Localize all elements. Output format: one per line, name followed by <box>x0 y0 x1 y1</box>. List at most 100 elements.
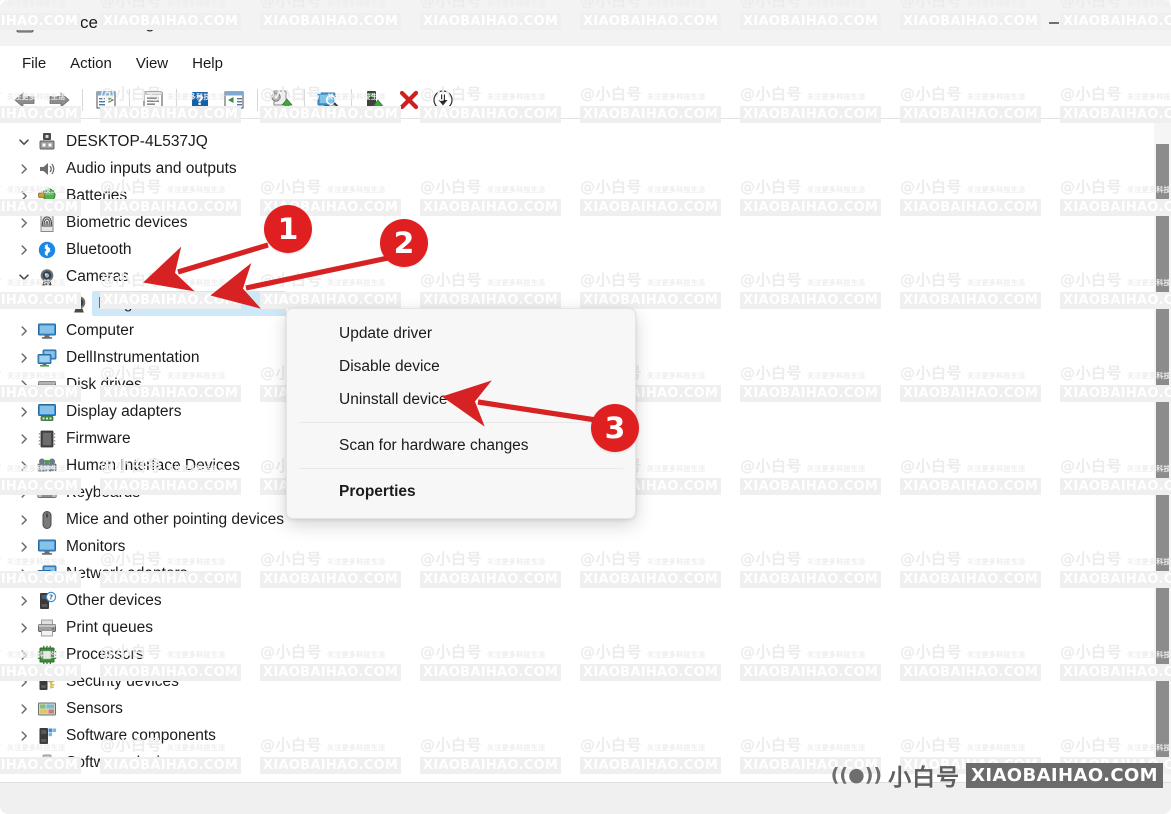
window-title: Device Manager <box>46 13 170 32</box>
toolbar-separator <box>129 88 130 111</box>
chevron-right-icon[interactable] <box>12 695 36 722</box>
tree-item[interactable]: Software components <box>0 722 1135 749</box>
ctx-update-driver[interactable]: Update driver <box>287 317 635 350</box>
console-tree-button[interactable] <box>91 85 121 115</box>
vertical-scrollbar[interactable] <box>1154 120 1171 782</box>
chevron-right-icon[interactable] <box>12 209 36 236</box>
scrollbar-thumb[interactable] <box>1156 144 1169 758</box>
sensor-icon <box>36 698 58 720</box>
processor-icon <box>36 644 58 666</box>
tree-item-label: Disk drives <box>66 375 142 393</box>
toolbar-separator <box>82 88 83 111</box>
hid-icon <box>36 455 58 477</box>
uninstall-device-button[interactable] <box>394 85 424 115</box>
tree-item-label: Software devices <box>66 753 185 771</box>
chevron-right-icon[interactable] <box>12 371 36 398</box>
help-button[interactable]: ? <box>185 85 215 115</box>
menu-file[interactable]: File <box>16 52 58 75</box>
svg-text:?: ? <box>49 593 53 601</box>
security-key-icon <box>36 671 58 693</box>
logo-domain-text: XIAOBAIHAO.COM <box>966 762 1163 788</box>
ctx-disable-device[interactable]: Disable device <box>287 350 635 383</box>
ctx-uninstall-device[interactable]: Uninstall device <box>287 383 635 416</box>
chevron-right-icon[interactable] <box>12 479 36 506</box>
context-menu[interactable]: Update driver Disable device Uninstall dev… <box>286 308 636 519</box>
logo-chinese-text: 小白号 <box>888 765 961 791</box>
minimize-button[interactable] <box>1030 0 1077 46</box>
tree-item[interactable]: Print queues <box>0 614 1135 641</box>
update-driver-button[interactable] <box>266 85 296 115</box>
software-component-icon <box>36 725 58 747</box>
tree-item-label: Firmware <box>66 429 131 447</box>
disable-device-button[interactable] <box>428 85 458 115</box>
tree-item[interactable]: Cameras <box>0 263 1135 290</box>
tree-item[interactable]: Biometric devices <box>0 209 1135 236</box>
chevron-right-icon[interactable] <box>12 182 36 209</box>
tree-item-label: Computer <box>66 321 135 339</box>
chevron-right-icon[interactable] <box>12 533 36 560</box>
chevron-down-icon[interactable] <box>12 263 36 290</box>
mouse-icon <box>36 509 58 531</box>
chevron-right-icon[interactable] <box>12 398 36 425</box>
tree-item-label: Other devices <box>66 591 162 609</box>
chevron-right-icon[interactable] <box>12 560 36 587</box>
menu-view[interactable]: View <box>124 52 180 75</box>
tree-item[interactable]: Bluetooth <box>0 236 1135 263</box>
bluetooth-icon <box>36 239 58 261</box>
toolbar-separator <box>257 88 258 111</box>
chevron-right-icon[interactable] <box>12 587 36 614</box>
device-manager-icon <box>14 12 36 34</box>
printer-icon <box>36 617 58 639</box>
tree-root-item[interactable]: DESKTOP-4L537JQ <box>0 128 1135 155</box>
maximize-button[interactable] <box>1077 0 1124 46</box>
tree-item[interactable]: Sensors <box>0 695 1135 722</box>
tree-item[interactable]: Processors <box>0 641 1135 668</box>
network-adapter-icon <box>36 563 58 585</box>
add-legacy-hardware-button[interactable] <box>360 85 390 115</box>
chevron-right-icon[interactable] <box>12 452 36 479</box>
chevron-right-icon[interactable] <box>12 641 36 668</box>
tree-item-label: Audio inputs and outputs <box>66 159 237 177</box>
back-button[interactable] <box>10 85 40 115</box>
tree-item-label: DellInstrumentation <box>66 348 200 366</box>
tree-item[interactable]: Audio inputs and outputs <box>0 155 1135 182</box>
chevron-right-icon[interactable] <box>12 317 36 344</box>
tree-item-label: Monitors <box>66 537 126 555</box>
menu-action[interactable]: Action <box>58 52 124 75</box>
battery-icon <box>36 185 58 207</box>
chevron-right-icon[interactable] <box>12 749 36 776</box>
chevron-right-icon[interactable] <box>12 722 36 749</box>
forward-button[interactable] <box>44 85 74 115</box>
chevron-right-icon[interactable] <box>12 668 36 695</box>
chevron-right-icon[interactable] <box>12 344 36 371</box>
action-pane-button[interactable] <box>219 85 249 115</box>
scan-hardware-changes-button[interactable] <box>313 85 343 115</box>
device-manager-window: @小白号关注更多科技生活XIAOBAIHAO.COM@小白号关注更多科技生活XI… <box>0 0 1171 814</box>
close-button[interactable] <box>1124 0 1171 46</box>
menu-help[interactable]: Help <box>180 52 235 75</box>
tree-item-label: Bluetooth <box>66 240 132 258</box>
ctx-properties[interactable]: Properties <box>287 475 635 508</box>
tree-item[interactable]: Monitors <box>0 533 1135 560</box>
chevron-right-icon[interactable] <box>12 425 36 452</box>
tree-item-label: Human Interface Devices <box>66 456 241 474</box>
toolbar-separator <box>304 88 305 111</box>
tree-item[interactable]: Batteries <box>0 182 1135 209</box>
chevron-down-icon[interactable] <box>12 128 36 155</box>
camera-icon <box>36 266 58 288</box>
tree-item[interactable]: Network adapters <box>0 560 1135 587</box>
firmware-chip-icon <box>36 428 58 450</box>
window-controls <box>1030 0 1171 46</box>
properties-button[interactable] <box>138 85 168 115</box>
svg-text:?: ? <box>196 94 204 109</box>
tree-item[interactable]: ? Other devices <box>0 587 1135 614</box>
tree-item-label: Keyboards <box>66 483 141 501</box>
chevron-right-icon[interactable] <box>12 155 36 182</box>
chevron-right-icon[interactable] <box>12 614 36 641</box>
tree-item[interactable]: Security devices <box>0 668 1135 695</box>
tree-item-label: Processors <box>66 645 144 663</box>
chevron-right-icon[interactable] <box>12 236 36 263</box>
ctx-scan-hardware-changes[interactable]: Scan for hardware changes <box>287 429 635 462</box>
chevron-right-icon[interactable] <box>12 506 36 533</box>
